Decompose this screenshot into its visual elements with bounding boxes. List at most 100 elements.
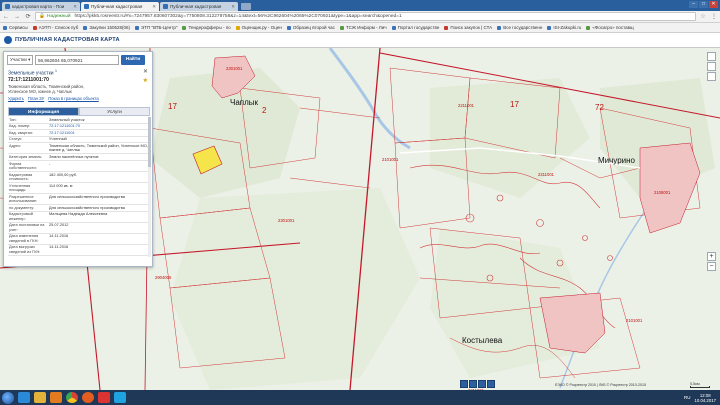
new-tab-button[interactable] <box>241 3 251 10</box>
explorer-icon[interactable] <box>34 392 46 403</box>
close-icon[interactable]: ✕ <box>231 4 235 10</box>
bookmark-item[interactable]: Поиск закупок | СТА <box>444 25 492 30</box>
chrome-icon[interactable] <box>66 392 78 403</box>
search-panel: Участки ▾ Найти Земельные участки 1 ✕ 72… <box>3 51 153 267</box>
menu-icon[interactable]: ⋮ <box>710 13 718 20</box>
bookmark-item[interactable]: Сервисы <box>3 25 28 30</box>
bookmark-icon <box>286 25 291 30</box>
bookmark-icon <box>444 25 449 30</box>
close-icon[interactable]: ✕ <box>143 68 148 75</box>
zoom-in-button[interactable]: + <box>707 252 716 261</box>
bookmark-item[interactable]: «Фосагро» поставщ <box>586 25 634 30</box>
zoom-controls: + − <box>707 252 716 272</box>
address-bar[interactable]: 🔒 Надежный https://pkk5.rosreestr.ru/#x=… <box>35 12 696 21</box>
layers-icon[interactable] <box>707 52 716 61</box>
forward-arrow-icon[interactable]: → <box>13 13 21 21</box>
table-row: Дата постановки на учет: 25.07.2012 <box>8 222 150 234</box>
find-button[interactable]: Найти <box>121 55 145 65</box>
panel-tabs: Информация Услуги <box>8 107 150 116</box>
start-button[interactable] <box>2 391 14 404</box>
bookmark-item[interactable]: Оценщик.ру - Оцен <box>235 25 282 30</box>
bookmark-item[interactable]: ISI-Zakupki.ru <box>547 25 581 30</box>
row-value: Для сельскохозяйственного производства <box>48 193 150 205</box>
link-show-bounds[interactable]: Показ в границах объекта <box>48 96 98 101</box>
search-result[interactable]: 72:17:1211001:70 Тюменская область, Тюме… <box>8 77 150 101</box>
window-close-icon[interactable]: ✕ <box>709 1 718 8</box>
back-arrow-icon[interactable]: ← <box>2 13 10 21</box>
tab-services[interactable]: Услуги <box>79 107 150 116</box>
lock-icon: 🔒 <box>39 14 45 19</box>
bookmark-label: АЭТП - Список пуб <box>38 25 79 30</box>
close-icon[interactable]: ✕ <box>73 4 77 10</box>
row-key: Дата выгрузки сведений из ГКН: <box>8 244 48 256</box>
tab-cadastral-search[interactable]: кадастровая карта - Пои ✕ <box>2 2 80 11</box>
print-icon[interactable] <box>707 62 716 71</box>
favorite-star-icon[interactable]: ★ <box>143 77 148 84</box>
basemap-icon[interactable] <box>460 380 468 388</box>
bookmark-icon <box>497 25 502 30</box>
yandex-icon[interactable] <box>98 392 110 403</box>
table-row: Кадастровая стоимость: 182 400,00 руб. <box>8 171 150 183</box>
bookmark-label: Сервисы <box>9 25 28 30</box>
bookmark-label: ЭТП "ВТБ-Центр" <box>141 25 178 30</box>
scrollbar-thumb[interactable] <box>148 117 151 167</box>
bookmark-label: Поиск закупок | СТА <box>450 25 493 30</box>
maximize-icon[interactable]: □ <box>699 1 708 8</box>
row-value: 25.07.2012 <box>48 222 150 234</box>
row-value: Для сельскохозяйственного производства <box>48 204 150 212</box>
row-key: по документу: <box>8 204 48 212</box>
map-scale: 0,5км <box>690 382 710 388</box>
internet-explorer-icon[interactable] <box>18 392 30 403</box>
bookmark-label: Закупки 150528(06) <box>89 25 130 30</box>
search-type-select[interactable]: Участки ▾ <box>7 55 33 65</box>
search-input[interactable] <box>35 55 119 65</box>
bookmark-star-icon[interactable]: ☆ <box>699 13 707 20</box>
bookmarks-bar: Сервисы АЭТП - Список пуб Закупки 150528(0… <box>0 23 720 33</box>
bookmark-item[interactable]: Все государственн <box>497 25 542 30</box>
row-key: Уточненная площадь: <box>8 182 48 194</box>
row-value: 14.11.2016 <box>48 244 150 256</box>
zoom-out-button[interactable]: − <box>707 262 716 271</box>
tab-label: Публичная кадастровая <box>91 4 143 9</box>
bookmark-item[interactable]: Закупки 150528(06) <box>83 25 130 30</box>
firefox-icon[interactable] <box>82 392 94 403</box>
bookmark-item[interactable]: АЭТП - Список пуб <box>32 25 79 30</box>
media-player-icon[interactable] <box>50 392 62 403</box>
row-value[interactable]: 72:17:1211001 <box>48 129 150 137</box>
table-row: Дата выгрузки сведений из ГКН: 14.11.2016 <box>8 244 150 256</box>
link-parcel-plan[interactable]: План ЗУ <box>28 96 44 101</box>
measure-icon[interactable] <box>707 72 716 81</box>
row-value: Мальцева Надежда Алексеевна <box>48 211 150 223</box>
row-key: Дата изменения сведений в ГКН: <box>8 233 48 245</box>
tab-public-cadastral-map-active[interactable]: Публичная кадастровая ✕ <box>81 2 159 11</box>
layers-icon[interactable] <box>469 380 477 388</box>
bookmark-item[interactable]: ТСЖ Информ - Лич <box>339 25 387 30</box>
bookmark-item[interactable]: Портал государстве <box>391 25 439 30</box>
bookmark-item[interactable]: Образец второй час <box>286 25 335 30</box>
parcel-info-table: Тип: Земельный участок Кад. номер: 72:17:12… <box>8 117 150 256</box>
language-indicator[interactable]: RU <box>684 395 691 400</box>
row-value[interactable]: 72:17:1211001:70 <box>48 123 150 131</box>
region-number-label: 72 <box>595 103 604 112</box>
reload-icon[interactable]: ⟳ <box>24 13 32 21</box>
app-title: ПУБЛИЧНАЯ КАДАСТРОВАЯ КАРТА <box>15 37 120 43</box>
fullscreen-icon[interactable] <box>487 380 495 388</box>
close-icon[interactable]: ✕ <box>152 4 156 10</box>
bookmark-item[interactable]: ЭТП "ВТБ-Центр" <box>135 25 177 30</box>
clock[interactable]: 12:08 10.04.2017 <box>694 393 716 403</box>
region-number-label: 17 <box>168 102 177 111</box>
minimize-icon[interactable]: – <box>689 1 698 8</box>
tab-public-cadastral-map[interactable]: Публичная кадастровая ✕ <box>160 2 238 11</box>
bookmark-item[interactable]: Тендерофферы - по <box>182 25 231 30</box>
search-type-label: Участки <box>10 57 27 62</box>
link-zoom-to[interactable]: Ударить <box>8 96 24 101</box>
row-key: Дата постановки на учет: <box>8 222 48 234</box>
row-value: Учтенный <box>48 136 150 144</box>
table-row: Кадастровый инженер: Мальцева Надежда Але… <box>8 211 150 223</box>
panel-scrollbar[interactable] <box>148 117 151 257</box>
row-value: Тюменская область, Тюменский район, Успе… <box>48 142 150 155</box>
skype-icon[interactable] <box>114 392 126 403</box>
tab-information[interactable]: Информация <box>8 107 79 116</box>
row-key: Категория земель: <box>8 153 48 161</box>
legend-icon[interactable] <box>478 380 486 388</box>
